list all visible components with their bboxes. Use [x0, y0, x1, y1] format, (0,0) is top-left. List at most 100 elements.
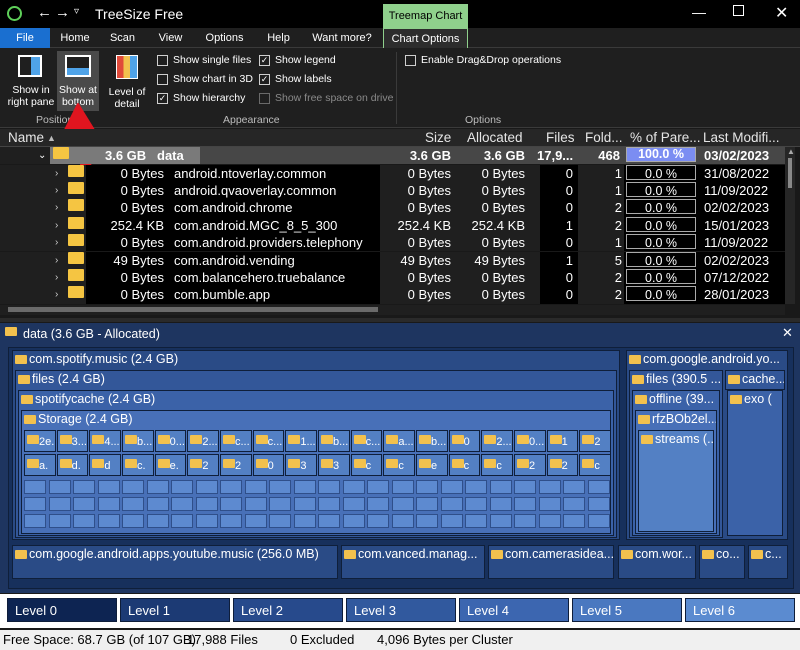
forward-arrow-icon[interactable]: → — [55, 4, 70, 21]
minimize-icon[interactable]: — — [692, 4, 706, 20]
show-legend-checkbox[interactable]: ✓ — [259, 55, 270, 66]
expand-chevron-icon[interactable]: ⌄ — [38, 147, 46, 164]
expand-arrow-icon[interactable]: › — [55, 252, 58, 269]
treemap-cell-row1[interactable]: a... — [383, 430, 415, 452]
treemap-cell-row1[interactable]: 2 — [579, 430, 611, 452]
expand-arrow-icon[interactable]: › — [55, 269, 58, 286]
column-folders[interactable]: Fold... — [585, 129, 623, 147]
treemap-small-block — [416, 497, 438, 511]
treemap-root[interactable]: data (3.6 GB - Allocated) — [3, 323, 797, 345]
treemap-cell-row2[interactable]: d — [89, 454, 121, 476]
treemap-cell-row1[interactable]: 2... — [187, 430, 219, 452]
treemap-cell-row2[interactable]: c — [579, 454, 611, 476]
treemap-small-block — [195, 480, 218, 494]
table-row[interactable]: › 0 Bytes android.ntoverlay.common 0 Bytes 0… — [0, 164, 785, 182]
back-arrow-icon[interactable]: ← — [37, 4, 52, 21]
treemap-cell-row2[interactable]: 2 — [187, 454, 219, 476]
column-name[interactable]: Name — [8, 129, 44, 147]
treemap-cache[interactable]: cache... — [725, 370, 785, 390]
tab-file[interactable]: File — [0, 28, 50, 48]
table-row[interactable]: › 0 Bytes android.qvaoverlay.common 0 Bytes… — [0, 181, 785, 200]
treemap-cell-row2[interactable]: c — [383, 454, 415, 476]
drag-drop-checkbox[interactable] — [405, 55, 416, 66]
table-row-root[interactable]: ⌄ 3.6 GB data 3.6 GB 3.6 GB 17,9... 468 … — [0, 147, 785, 165]
scroll-up-icon[interactable]: ▲ — [787, 147, 795, 156]
column-size[interactable]: Size — [425, 129, 451, 147]
expand-arrow-icon[interactable]: › — [55, 217, 58, 234]
treemap-cell-row2[interactable]: 0 — [252, 454, 285, 476]
expand-arrow-icon[interactable]: › — [55, 199, 58, 216]
treemap-exo[interactable]: exo ( — [727, 390, 783, 536]
table-row[interactable]: › 0 Bytes com.android.providers.telephony 0… — [0, 234, 785, 252]
expand-arrow-icon[interactable]: › — [55, 234, 58, 251]
expand-arrow-icon[interactable]: › — [55, 182, 58, 199]
treemap-cell-row1[interactable]: c... — [220, 430, 252, 452]
show-single-files-checkbox[interactable] — [157, 55, 168, 66]
level-of-detail-button[interactable]: Level of detail — [106, 51, 148, 111]
show-chart-3d-checkbox[interactable] — [157, 74, 168, 85]
treemap-cell-row2[interactable]: c. — [122, 454, 154, 476]
treemap-co2[interactable]: c... — [748, 545, 788, 579]
tab-help[interactable]: Help — [256, 28, 301, 48]
show-free-space-checkbox[interactable] — [259, 93, 270, 104]
treemap-cell-row2[interactable]: a. — [24, 454, 56, 476]
treemap-cell-row2[interactable]: c — [481, 454, 513, 476]
table-row[interactable]: › 0 Bytes com.android.chrome 0 Bytes 0 Bytes… — [0, 199, 785, 217]
treemap-cell-row1[interactable]: 0 — [448, 430, 481, 452]
tab-chart-options[interactable]: Chart Options — [383, 28, 468, 48]
treemap-cell-row1[interactable]: 4... — [89, 430, 121, 452]
table-row[interactable]: › 49 Bytes com.android.vending 49 Bytes 49 B… — [0, 251, 785, 269]
table-row[interactable]: › 0 Bytes com.balancehero.truebalance 0 Byt… — [0, 268, 785, 287]
treemap-cell-row2[interactable]: c — [350, 454, 383, 476]
treemap-cell-row1[interactable]: b... — [416, 430, 448, 452]
treemap-streams[interactable]: streams (... — [638, 430, 714, 532]
show-hierarchy-checkbox[interactable]: ✓ — [157, 93, 168, 104]
expand-arrow-icon[interactable]: › — [55, 165, 58, 182]
tab-view[interactable]: View — [148, 28, 193, 48]
quick-access-dropdown-icon[interactable]: ▿ — [74, 6, 79, 17]
treemap-co1[interactable]: co... — [699, 545, 745, 579]
treemap-wor[interactable]: com.wor... — [618, 545, 696, 579]
expand-arrow-icon[interactable]: › — [55, 286, 58, 303]
tab-want-more[interactable]: Want more? — [304, 28, 380, 48]
show-in-right-pane-button[interactable]: Show in right pane — [5, 51, 57, 111]
treemap-cell-row2[interactable]: e — [416, 454, 448, 476]
column-percent-of-parent[interactable]: % of Pare... — [630, 129, 701, 147]
treemap-cell-row1[interactable]: c... — [252, 430, 285, 452]
treemap-vanced[interactable]: com.vanced.manag... — [341, 545, 485, 579]
column-last-modified[interactable]: Last Modifi... — [703, 129, 780, 147]
treemap-cell-row1[interactable]: 1... — [285, 430, 317, 452]
treemap-cell-row1[interactable]: 2... — [481, 430, 513, 452]
treemap-cell-row2[interactable]: 3 — [285, 454, 317, 476]
scroll-thumb[interactable] — [788, 158, 792, 188]
horizontal-scroll-thumb[interactable] — [8, 307, 378, 312]
close-window-icon[interactable]: ✕ — [775, 3, 788, 23]
treemap-cell-row1[interactable]: c... — [350, 430, 383, 452]
show-labels-checkbox[interactable]: ✓ — [259, 74, 270, 85]
tab-options[interactable]: Options — [197, 28, 252, 48]
column-allocated[interactable]: Allocated — [467, 129, 523, 147]
treemap-cell-row1[interactable]: b... — [122, 430, 154, 452]
treemap-cell-row1[interactable]: 3... — [56, 430, 89, 452]
treemap-cell-row2[interactable]: 2 — [220, 454, 252, 476]
treemap-cell-row1[interactable]: 0... — [514, 430, 546, 452]
tab-home[interactable]: Home — [50, 28, 100, 48]
treemap-cell-row2[interactable]: 2 — [514, 454, 546, 476]
treemap-cell-row1[interactable]: b... — [318, 430, 350, 452]
column-files[interactable]: Files — [546, 129, 575, 147]
close-treemap-icon[interactable]: ✕ — [782, 325, 793, 341]
maximize-icon[interactable] — [733, 5, 744, 16]
treemap-cell-row2[interactable]: 2 — [546, 454, 579, 476]
treemap-cell-row2[interactable]: d. — [56, 454, 89, 476]
treemap-youtube[interactable]: com.google.android.apps.youtube.music (2… — [12, 545, 338, 579]
treemap-camera[interactable]: com.camerasidea... — [488, 545, 614, 579]
table-row[interactable]: › 252.4 KB com.android.MGC_8_5_300 252.4 KB… — [0, 216, 785, 235]
treemap-cell-row1[interactable]: 1 — [546, 430, 579, 452]
treemap-cell-row1[interactable]: 2e... — [24, 430, 56, 452]
treemap-cell-row2[interactable]: 3 — [318, 454, 350, 476]
table-row[interactable]: › 0 Bytes com.bumble.app 0 Bytes 0 Bytes 0 2 0.… — [0, 286, 785, 304]
tab-scan[interactable]: Scan — [100, 28, 145, 48]
treemap-cell-row2[interactable]: e. — [154, 454, 187, 476]
treemap-cell-row1[interactable]: 0... — [154, 430, 187, 452]
treemap-cell-row2[interactable]: c — [448, 454, 481, 476]
